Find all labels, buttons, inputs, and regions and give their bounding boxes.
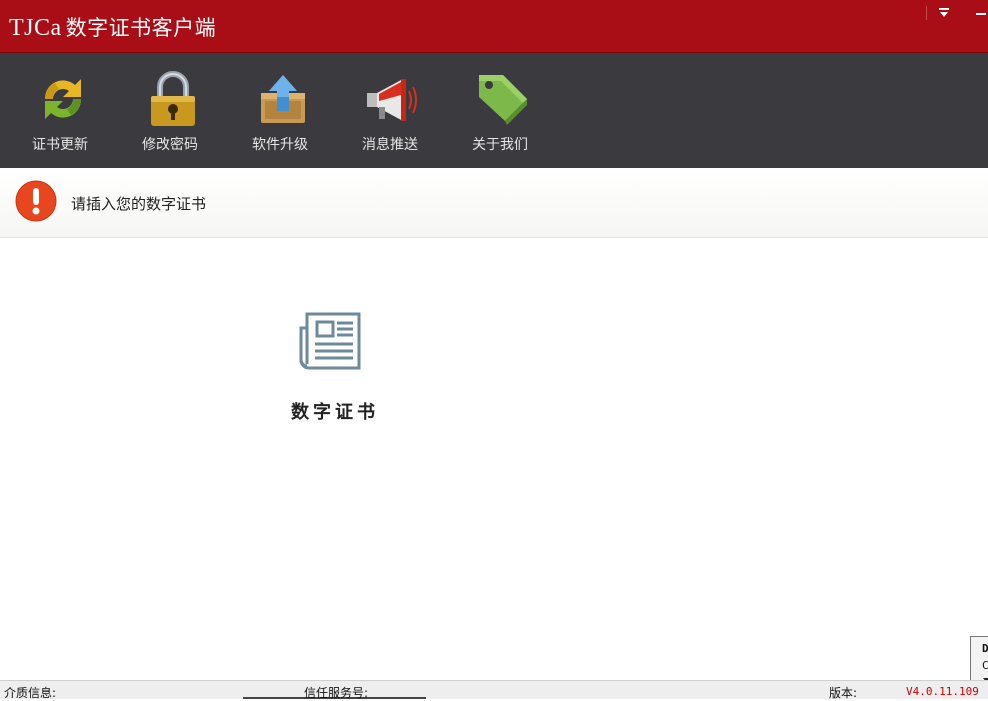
warning-icon <box>15 180 57 222</box>
padlock-icon <box>151 71 195 126</box>
cert-update-label: 证书更新 <box>32 137 88 153</box>
trust-service-label: 信任服务号: <box>304 686 369 700</box>
toolbar: 证书更新 修改密码 软件升级 消息推送 关于我们 <box>0 53 988 168</box>
software-upgrade-button[interactable]: 软件升级 <box>225 53 335 168</box>
change-password-label: 修改密码 <box>142 137 198 153</box>
version-label: 版本: <box>829 686 858 700</box>
tag-icon <box>479 75 527 125</box>
minimize-button[interactable] <box>962 0 988 28</box>
about-us-button[interactable]: 关于我们 <box>445 53 555 168</box>
megaphone-icon <box>367 79 417 121</box>
separator <box>926 6 927 20</box>
software-upgrade-label: 软件升级 <box>252 137 308 153</box>
notice-message: 请插入您的数字证书 <box>71 195 207 213</box>
side-tab-char-2: C <box>982 659 988 672</box>
cert-update-button[interactable]: 证书更新 <box>5 53 115 168</box>
message-push-label: 消息推送 <box>362 137 418 153</box>
minimize-icon <box>976 13 986 15</box>
side-tab-char-1: D <box>982 642 988 655</box>
upgrade-box-icon <box>261 75 305 123</box>
refresh-arrows-icon <box>44 79 82 119</box>
message-push-button[interactable]: 消息推送 <box>335 53 445 168</box>
window-title: TJCa 数字证书客户端 <box>9 12 216 42</box>
notice-bar: 请插入您的数字证书 <box>0 168 988 238</box>
dropdown-triangle-icon <box>939 8 949 17</box>
status-bar: 介质信息: 信任服务号: 版本: V4.0.11.109 <box>0 680 988 700</box>
medium-info-label: 介质信息: <box>4 686 57 700</box>
change-password-button[interactable]: 修改密码 <box>115 53 225 168</box>
document-icon <box>299 312 361 370</box>
certificate-label: 数字证书 <box>291 402 379 423</box>
app-name: 数字证书客户端 <box>65 16 217 40</box>
menu-button[interactable] <box>926 0 962 28</box>
version-value: V4.0.11.109 <box>906 685 979 698</box>
brand-name: TJCa <box>9 15 62 41</box>
about-us-label: 关于我们 <box>472 137 528 153</box>
digital-certificate-item[interactable]: 数字证书 <box>280 300 390 430</box>
title-bar: TJCa 数字证书客户端 <box>0 0 988 53</box>
